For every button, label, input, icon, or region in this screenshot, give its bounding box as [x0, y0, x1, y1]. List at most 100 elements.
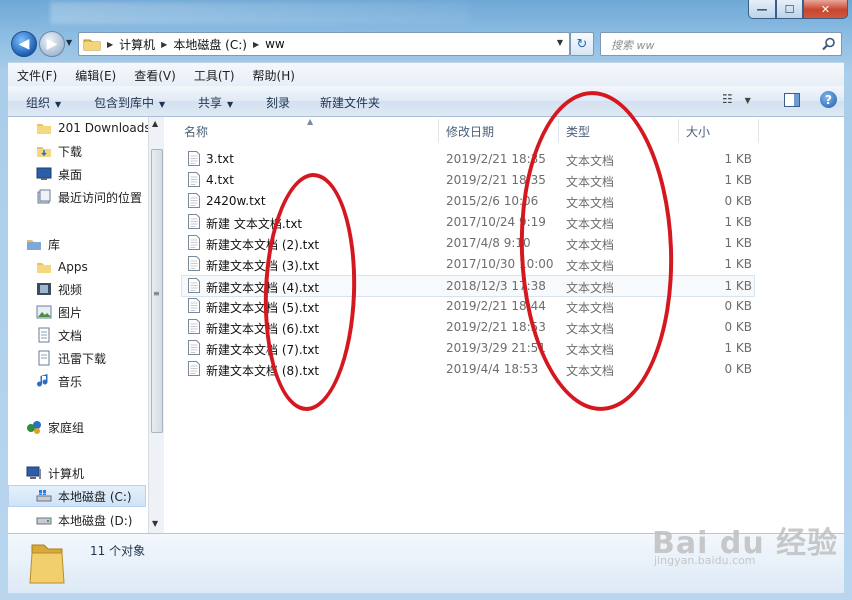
nav-item-homegroup[interactable]: 家庭组: [26, 416, 84, 438]
file-row[interactable]: 新建文本文档 (8).txt 2019/4/4 18:53 文本文档 0 KB: [182, 359, 754, 379]
menu-file[interactable]: 文件(F): [8, 67, 66, 84]
nav-item-pictures[interactable]: 图片: [36, 301, 82, 323]
include-in-library-button[interactable]: 包含到库中 ▼: [94, 94, 165, 111]
nav-item-music[interactable]: 音乐: [36, 370, 82, 392]
drive-d-icon: [36, 517, 52, 525]
breadcrumb-ww[interactable]: ww: [265, 37, 285, 51]
file-size: 0 KB: [724, 362, 752, 376]
file-name: 3.txt: [206, 152, 234, 166]
nav-item-label: 视频: [58, 282, 83, 297]
maximize-button[interactable]: ☐: [776, 0, 803, 19]
folder-icon: [37, 263, 51, 273]
chevron-right-icon[interactable]: ▶: [253, 40, 259, 49]
column-header-size[interactable]: 大小: [686, 123, 710, 140]
column-divider[interactable]: [678, 119, 679, 143]
back-button[interactable]: ◀: [11, 31, 37, 57]
file-size: 0 KB: [724, 320, 752, 334]
watermark-url: jingyan.baidu.com: [654, 554, 756, 567]
nav-item-thunder-download[interactable]: 迅雷下载: [36, 347, 106, 369]
file-row[interactable]: 4.txt 2019/2/21 18:35 文本文档 1 KB: [182, 170, 754, 190]
scroll-up-icon[interactable]: ▲: [152, 119, 158, 128]
burn-button[interactable]: 刻录: [266, 94, 290, 111]
desktop-icon: [36, 167, 52, 180]
file-size: 1 KB: [724, 152, 752, 166]
text-file-icon: [188, 278, 200, 293]
address-row: ◀ ▶ ▼ ▶ 计算机 ▶ 本地磁盘 (C:) ▶ ww ▼ ↻ 搜索 ww: [0, 28, 852, 60]
watermark: Bai du 经验 jingyan.baidu.com: [652, 518, 838, 567]
new-folder-button[interactable]: 新建文件夹: [320, 94, 380, 111]
share-button[interactable]: 共享 ▼: [198, 94, 233, 111]
address-history-dropdown-icon[interactable]: ▼: [557, 38, 563, 47]
change-view-button[interactable]: ☷ ▼: [722, 92, 751, 106]
nav-item-computer[interactable]: 计算机: [26, 462, 84, 484]
preview-pane-button[interactable]: [784, 93, 800, 107]
menu-help[interactable]: 帮助(H): [244, 67, 304, 84]
refresh-button[interactable]: ↻: [570, 32, 594, 56]
menu-edit[interactable]: 编辑(E): [66, 67, 125, 84]
file-modified: 2017/4/8 9:10: [446, 236, 531, 250]
nav-item-label: 本地磁盘 (D:): [58, 513, 133, 528]
nav-item-label: 家庭组: [48, 420, 85, 435]
nav-item-libraries[interactable]: 库: [26, 233, 60, 255]
pictures-icon: [36, 305, 52, 319]
navigation-pane: 201 Downloads 下载 桌面 最近访问的位置 库 Apps 视频 图片…: [8, 117, 163, 533]
breadcrumb[interactable]: ▶ 计算机 ▶ 本地磁盘 (C:) ▶ ww ▼: [78, 32, 570, 56]
nav-item-label: 计算机: [48, 466, 85, 481]
minimize-button[interactable]: —: [748, 0, 776, 19]
breadcrumb-computer[interactable]: 计算机: [119, 36, 155, 53]
menu-view[interactable]: 查看(V): [125, 67, 185, 84]
nav-item-desktop[interactable]: 桌面: [36, 163, 82, 185]
navigation-pane-scrollbar[interactable]: ▲ ≡ ▼: [148, 117, 164, 533]
help-button[interactable]: ?: [820, 91, 837, 108]
file-row[interactable]: 3.txt 2019/2/21 18:35 文本文档 1 KB: [182, 149, 754, 169]
search-icon[interactable]: [822, 37, 836, 51]
column-divider[interactable]: [438, 119, 439, 143]
text-file-icon: [188, 361, 200, 376]
nav-item-label: 库: [48, 237, 61, 252]
chevron-right-icon[interactable]: ▶: [107, 40, 113, 49]
recent-pages-dropdown-icon[interactable]: ▼: [66, 38, 72, 47]
close-button[interactable]: ✕: [803, 0, 848, 19]
text-file-icon: [188, 172, 200, 187]
forward-button[interactable]: ▶: [39, 31, 65, 57]
column-header-modified[interactable]: 修改日期: [446, 123, 494, 140]
column-divider[interactable]: [758, 119, 759, 143]
dropdown-arrow-icon: ▼: [744, 96, 751, 105]
scroll-down-icon[interactable]: ▼: [152, 519, 158, 528]
nav-item-recent-places[interactable]: 最近访问的位置: [36, 186, 142, 208]
file-size: 0 KB: [724, 299, 752, 313]
documents-icon: [38, 327, 50, 343]
scroll-grip-icon: ≡: [153, 289, 160, 298]
search-input[interactable]: 搜索 ww: [600, 32, 842, 56]
nav-item-documents[interactable]: 文档: [36, 324, 82, 346]
breadcrumb-drive-c[interactable]: 本地磁盘 (C:): [173, 36, 247, 53]
computer-icon: [26, 466, 41, 479]
file-name: 4.txt: [206, 173, 234, 187]
nav-item-label: 迅雷下载: [58, 351, 107, 366]
nav-item-drive-c[interactable]: 本地磁盘 (C:): [8, 485, 146, 507]
chevron-right-icon[interactable]: ▶: [161, 40, 167, 49]
nav-item-downloads-201[interactable]: 201 Downloads: [36, 117, 151, 139]
file-size: 1 KB: [724, 341, 752, 355]
column-header-name[interactable]: 名称: [184, 123, 208, 140]
nav-item-drive-d[interactable]: 本地磁盘 (D:): [36, 509, 132, 531]
recent-places-icon: [37, 189, 51, 204]
include-in-library-label: 包含到库中: [94, 96, 155, 110]
drive-c-icon: [36, 490, 52, 502]
file-modified: 2019/4/4 18:53: [446, 362, 539, 376]
text-file-icon: [188, 193, 200, 208]
nav-item-downloads[interactable]: 下载: [36, 140, 82, 162]
nav-item-videos[interactable]: 视频: [36, 278, 82, 300]
command-bar: 组织 ▼ 包含到库中 ▼ 共享 ▼ 刻录 新建文件夹 ☷ ▼ ?: [8, 86, 844, 117]
organize-button[interactable]: 组织 ▼: [26, 94, 61, 111]
nav-item-label: 文档: [58, 328, 83, 343]
nav-item-apps[interactable]: Apps: [36, 256, 88, 278]
music-icon: [37, 374, 48, 387]
homegroup-icon: [27, 421, 41, 434]
file-size: 1 KB: [724, 236, 752, 250]
nav-item-label: Apps: [58, 260, 88, 274]
file-size: 1 KB: [724, 257, 752, 271]
thunder-download-icon: [38, 350, 50, 366]
file-size: 1 KB: [724, 173, 752, 187]
menu-tools[interactable]: 工具(T): [185, 67, 244, 84]
